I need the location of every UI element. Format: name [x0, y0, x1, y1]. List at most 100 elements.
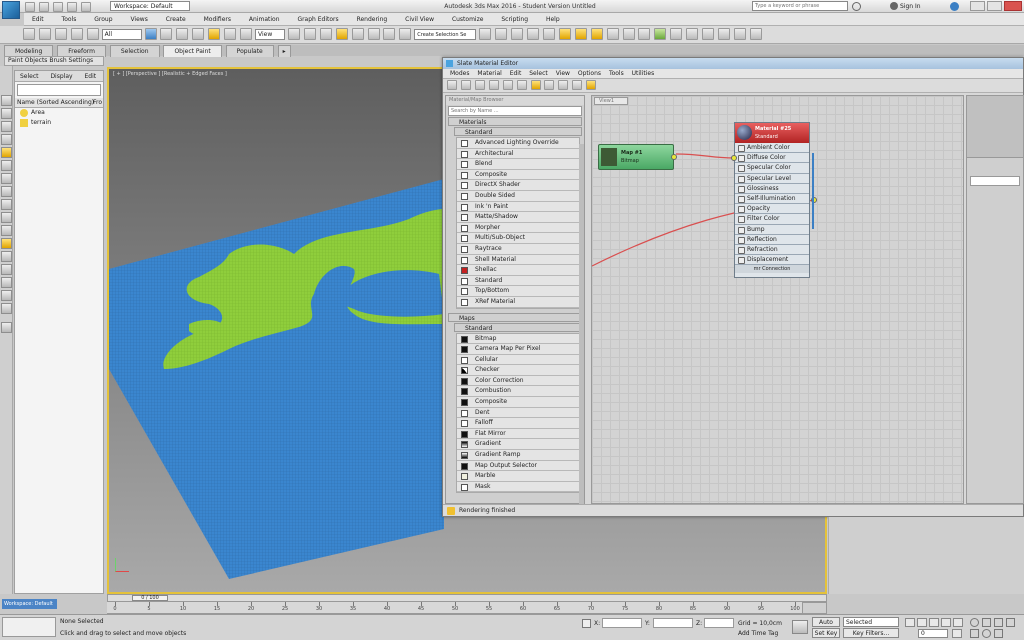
display-groups-icon[interactable]: [0, 199, 12, 210]
scene-explorer-column-header[interactable]: Name (Sorted Ascending) Fro: [15, 98, 103, 108]
show-map-in-viewport-icon[interactable]: [516, 80, 527, 90]
slot-self-illumination[interactable]: Self-Illumination: [735, 193, 809, 205]
bind-space-warp-icon[interactable]: [86, 28, 99, 40]
list-item[interactable]: Double Sided: [457, 191, 579, 202]
material-map-browser-icon[interactable]: [586, 80, 597, 90]
help-icon[interactable]: [950, 2, 959, 11]
slot-specular-color[interactable]: Specular Color: [735, 163, 809, 174]
rendered-frame-window-icon[interactable]: [622, 28, 635, 40]
time-slider[interactable]: 0 / 100: [107, 594, 827, 602]
show-background-icon[interactable]: [530, 80, 541, 90]
material-parameter-editor-icon[interactable]: [572, 80, 583, 90]
user-icon[interactable]: [890, 2, 898, 10]
materials-standard-header[interactable]: Standard: [454, 127, 582, 136]
render-in-cloud-icon[interactable]: [654, 28, 667, 40]
sme-menu-view[interactable]: View: [553, 70, 573, 77]
edit-named-selection-icon[interactable]: [399, 28, 412, 40]
display-helpers-icon[interactable]: [0, 173, 12, 184]
menu-rendering[interactable]: Rendering: [349, 13, 396, 26]
align-icon[interactable]: [495, 28, 508, 40]
menu-scripting[interactable]: Scripting: [493, 13, 536, 26]
named-selection-dropdown[interactable]: Create Selection Se: [414, 28, 477, 40]
sme-menu-edit[interactable]: Edit: [507, 70, 525, 77]
sme-menu-options[interactable]: Options: [575, 70, 604, 77]
menu-animation[interactable]: Animation: [241, 13, 288, 26]
material-editor-icon[interactable]: [590, 28, 603, 40]
sme-menu-material[interactable]: Material: [474, 70, 504, 77]
display-geometry-icon[interactable]: [0, 121, 12, 132]
zoom-all-icon[interactable]: [982, 618, 991, 627]
maxscript-listener-field[interactable]: [2, 617, 56, 637]
zoom-icon[interactable]: [970, 618, 979, 627]
select-move-icon[interactable]: [208, 28, 221, 40]
display-all-icon[interactable]: [0, 290, 12, 301]
mirror-icon[interactable]: [479, 28, 492, 40]
list-item[interactable]: Gradient: [457, 439, 579, 451]
frozen-column-header[interactable]: Fro: [93, 98, 102, 107]
find-icon[interactable]: [0, 322, 12, 333]
pick-material-icon[interactable]: [447, 80, 457, 90]
sme-menu-utilities[interactable]: Utilities: [629, 70, 658, 77]
app-logo-icon[interactable]: [2, 1, 20, 19]
set-key-button[interactable]: Set Key: [812, 628, 840, 638]
rectangle-selection-icon[interactable]: [176, 28, 189, 40]
diffuse-input-socket-icon[interactable]: [731, 155, 737, 161]
slot-diffuse-color[interactable]: Diffuse Color: [735, 153, 809, 164]
list-item[interactable]: XRef Material: [457, 297, 579, 308]
workspace-dropdown[interactable]: Workspace: Default: [110, 1, 190, 11]
reference-coordinate-dropdown[interactable]: View: [254, 28, 285, 40]
sme-menu-select[interactable]: Select: [526, 70, 551, 77]
bitmap-map-node[interactable]: Map #1 Bitmap: [598, 144, 677, 170]
angle-snap-icon[interactable]: [351, 28, 364, 40]
layout-all-icon[interactable]: [544, 80, 555, 90]
layout-children-icon[interactable]: [558, 80, 569, 90]
list-item[interactable]: Gradient Ramp: [457, 450, 579, 461]
close-window-button[interactable]: [1004, 1, 1022, 11]
slot-reflection[interactable]: Reflection: [735, 234, 809, 245]
display-invert-icon[interactable]: [0, 303, 12, 314]
display-bones-icon[interactable]: [0, 225, 12, 236]
list-item[interactable]: Matte/Shadow: [457, 212, 579, 223]
output-socket-icon[interactable]: [671, 154, 677, 160]
scene-explorer-display-menu[interactable]: Display: [45, 73, 77, 80]
save-file-icon[interactable]: [52, 2, 63, 12]
field-of-view-icon[interactable]: [970, 629, 979, 638]
environment-icon[interactable]: [702, 28, 715, 40]
menu-tools[interactable]: Tools: [54, 13, 85, 26]
list-item[interactable]: Shell Material: [457, 255, 579, 266]
list-item[interactable]: Dent: [457, 408, 579, 419]
pivot-center-icon[interactable]: [287, 28, 300, 40]
list-item[interactable]: Checker: [457, 365, 579, 376]
y-coordinate-field[interactable]: [653, 618, 693, 628]
schematic-view-icon[interactable]: [574, 28, 587, 40]
browser-search-input[interactable]: [448, 106, 582, 116]
unlink-icon[interactable]: [70, 28, 83, 40]
parameter-field[interactable]: [970, 176, 1020, 186]
maps-section-header[interactable]: Maps: [448, 312, 582, 322]
list-item[interactable]: Flat Mirror: [457, 429, 579, 440]
key-filters-button[interactable]: Key Filters...: [843, 628, 899, 638]
spinner-snap-icon[interactable]: [383, 28, 396, 40]
play-icon[interactable]: [929, 618, 939, 627]
teapot-render-icon[interactable]: [670, 28, 683, 40]
display-none-icon[interactable]: [0, 108, 12, 119]
sign-in-link[interactable]: Sign In: [900, 2, 921, 11]
render-production-icon[interactable]: [638, 28, 651, 40]
workspace-status[interactable]: Workspace: Default: [2, 599, 57, 609]
list-item[interactable]: Architectural: [457, 149, 579, 160]
undo-icon[interactable]: [66, 2, 77, 12]
new-scene-icon[interactable]: [25, 2, 35, 12]
list-item[interactable]: Ink 'n Paint: [457, 202, 579, 213]
menu-edit[interactable]: Edit: [24, 13, 52, 26]
select-manipulate-icon[interactable]: [303, 28, 316, 40]
display-cameras-icon[interactable]: [0, 160, 12, 171]
current-frame-field[interactable]: 0: [918, 629, 948, 638]
maps-standard-header[interactable]: Standard: [454, 322, 582, 332]
menu-help[interactable]: Help: [538, 13, 568, 26]
curve-editor-icon[interactable]: [558, 28, 571, 40]
display-shapes-icon[interactable]: [0, 134, 12, 145]
display-lights-icon[interactable]: [0, 147, 12, 158]
keyboard-shortcut-icon[interactable]: [319, 28, 332, 40]
a360-gallery-icon[interactable]: [686, 28, 699, 40]
menu-civil-view[interactable]: Civil View: [397, 13, 442, 26]
